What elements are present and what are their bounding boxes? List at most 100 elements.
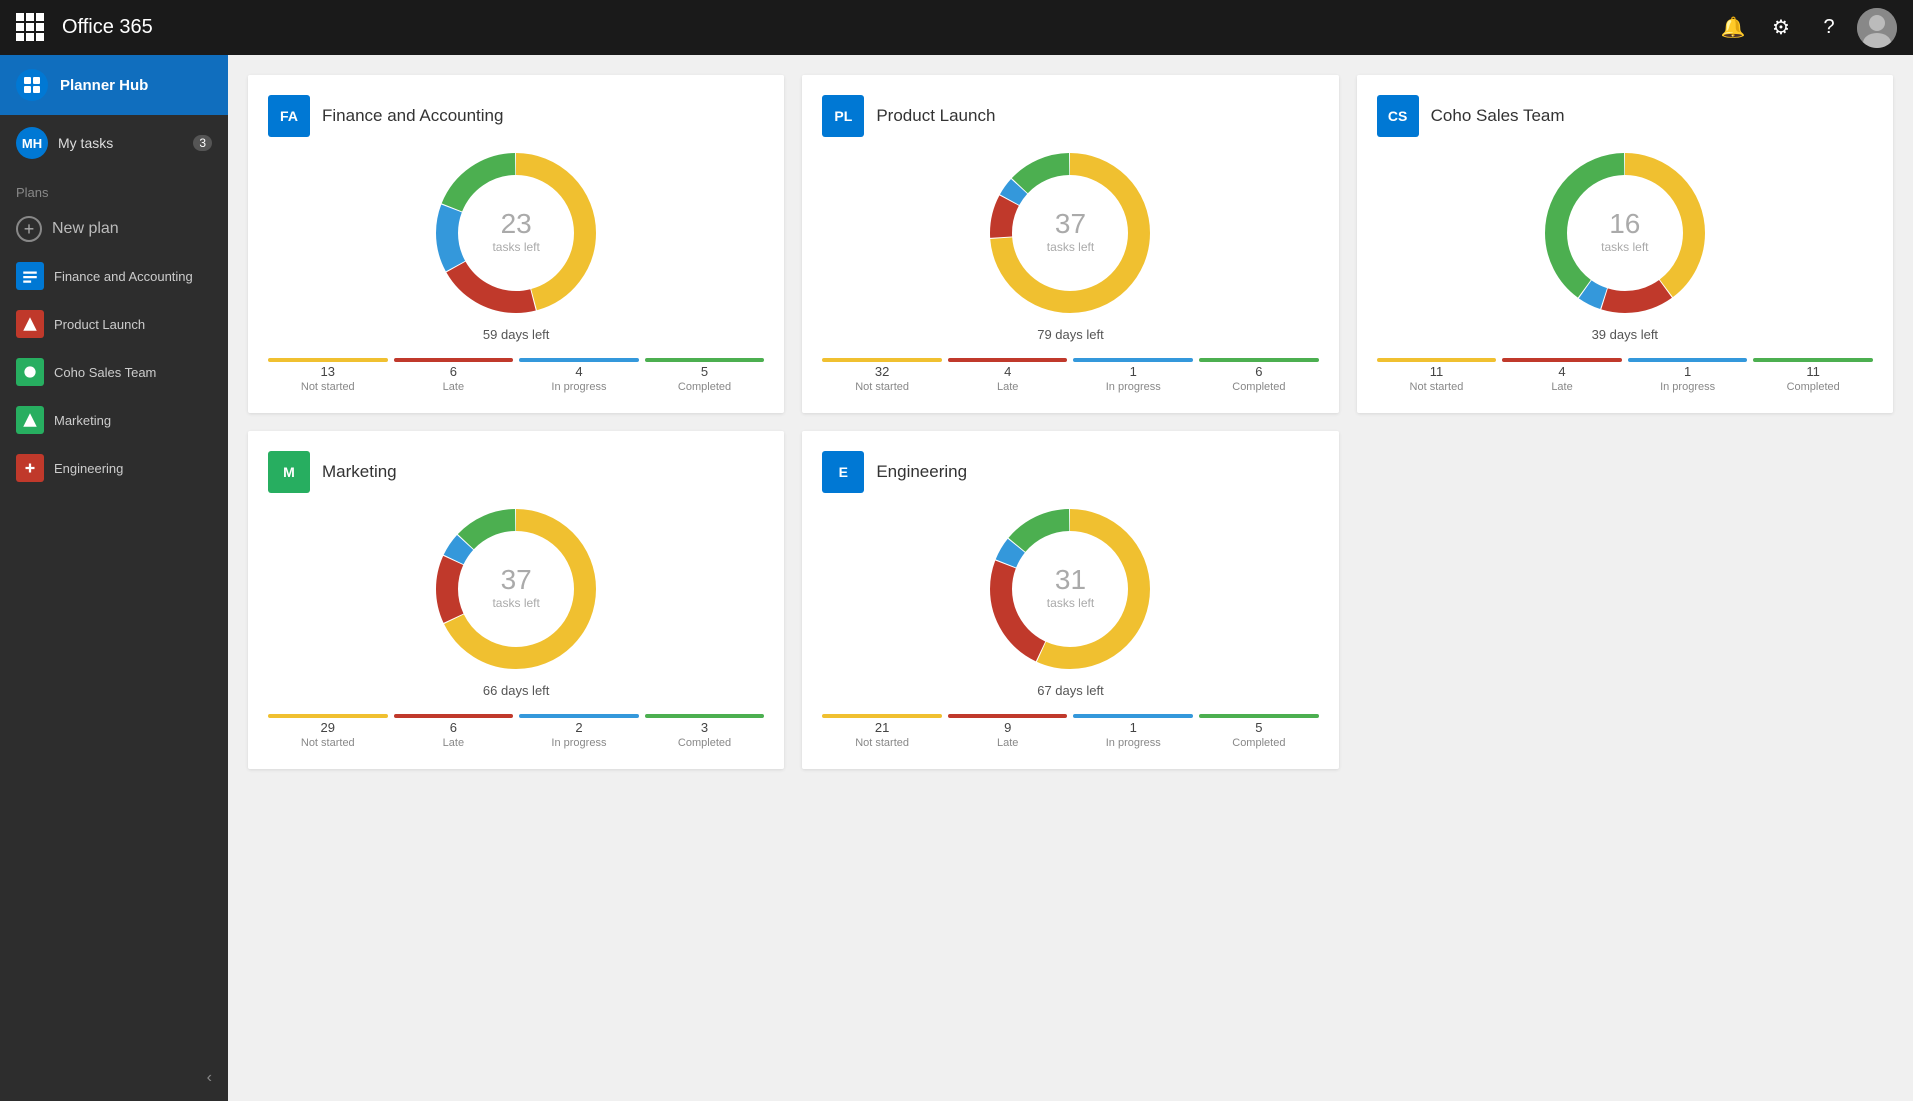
- my-tasks-item[interactable]: MH My tasks 3: [0, 115, 228, 171]
- count-in-progress-coho: 1: [1684, 364, 1691, 379]
- bar-not-started-marketing: [268, 714, 388, 718]
- plan-card-coho[interactable]: CS Coho Sales Team 16 tasks left 39 days…: [1357, 75, 1893, 413]
- plan-card-header-marketing: M Marketing: [268, 451, 764, 493]
- days-left-finance: 59 days left: [483, 327, 550, 342]
- legend-not-started-product: 32 Not started: [822, 358, 942, 393]
- count-late-coho: 4: [1558, 364, 1565, 379]
- sidebar-item-finance[interactable]: Finance and Accounting: [0, 252, 228, 300]
- count-in-progress-engineering: 1: [1130, 720, 1137, 735]
- plan-card-header-finance: FA Finance and Accounting: [268, 95, 764, 137]
- count-completed-product: 6: [1255, 364, 1262, 379]
- tasks-label-product: tasks left: [1047, 240, 1094, 254]
- bar-completed-product: [1199, 358, 1319, 362]
- bar-in-progress-product: [1073, 358, 1193, 362]
- planner-hub-item[interactable]: Planner Hub: [0, 55, 228, 115]
- days-left-coho: 39 days left: [1592, 327, 1659, 342]
- sidebar-item-product[interactable]: Product Launch: [0, 300, 228, 348]
- donut-container-finance: 23 tasks left 59 days left 13 Not starte…: [268, 153, 764, 393]
- donut-chart-product: 37 tasks left: [990, 153, 1150, 313]
- label-not-started-coho: Not started: [1410, 381, 1464, 393]
- days-left-engineering: 67 days left: [1037, 683, 1104, 698]
- plan-card-marketing[interactable]: M Marketing 37 tasks left 66 days left 2…: [248, 431, 784, 769]
- label-in-progress-product: In progress: [1106, 381, 1161, 393]
- label-late-finance: Late: [443, 381, 464, 393]
- label-late-coho: Late: [1551, 381, 1572, 393]
- legend-completed-coho: 11 Completed: [1753, 358, 1873, 393]
- plan-card-product[interactable]: PL Product Launch 37 tasks left 79 days …: [802, 75, 1338, 413]
- legend-late-coho: 4 Late: [1502, 358, 1622, 393]
- plan-title-marketing: Marketing: [322, 462, 397, 482]
- planner-hub-icon: [16, 69, 48, 101]
- bar-late-product: [948, 358, 1068, 362]
- sidebar-item-marketing[interactable]: Marketing: [0, 396, 228, 444]
- new-plan-item[interactable]: + New plan: [0, 206, 228, 252]
- plan-card-engineering[interactable]: E Engineering 31 tasks left 67 days left…: [802, 431, 1338, 769]
- legend-completed-marketing: 3 Completed: [645, 714, 765, 749]
- count-completed-coho: 11: [1806, 364, 1820, 379]
- legend-completed-finance: 5 Completed: [645, 358, 765, 393]
- settings-button[interactable]: ⚙: [1761, 8, 1801, 48]
- legend-late-marketing: 6 Late: [394, 714, 514, 749]
- plan-badge-engineering: E: [822, 451, 864, 493]
- sidebar-item-engineering[interactable]: Engineering: [0, 444, 228, 492]
- sidebar-plan-label-product: Product Launch: [54, 317, 145, 332]
- app-title: Office 365: [62, 16, 1701, 39]
- bar-in-progress-finance: [519, 358, 639, 362]
- label-late-product: Late: [997, 381, 1018, 393]
- days-left-product: 79 days left: [1037, 327, 1104, 342]
- sidebar-plan-label-coho: Coho Sales Team: [54, 365, 156, 380]
- topbar: Office 365 🔔 ⚙ ?: [0, 0, 1913, 55]
- donut-chart-coho: 16 tasks left: [1545, 153, 1705, 313]
- sidebar-plan-icon-product: [16, 310, 44, 338]
- topbar-icons: 🔔 ⚙ ?: [1713, 8, 1897, 48]
- bar-in-progress-marketing: [519, 714, 639, 718]
- help-button[interactable]: ?: [1809, 8, 1849, 48]
- tasks-count-finance: 23: [492, 210, 539, 238]
- plan-card-header-product: PL Product Launch: [822, 95, 1318, 137]
- label-not-started-finance: Not started: [301, 381, 355, 393]
- donut-chart-marketing: 37 tasks left: [436, 509, 596, 669]
- label-completed-product: Completed: [1232, 381, 1285, 393]
- donut-center-coho: 16 tasks left: [1601, 210, 1648, 256]
- user-avatar[interactable]: [1857, 8, 1897, 48]
- count-not-started-product: 32: [875, 364, 889, 379]
- donut-center-finance: 23 tasks left: [492, 210, 539, 256]
- bar-completed-finance: [645, 358, 765, 362]
- tasks-count-marketing: 37: [492, 566, 539, 594]
- days-left-marketing: 66 days left: [483, 683, 550, 698]
- bar-not-started-coho: [1377, 358, 1497, 362]
- plan-title-product: Product Launch: [876, 106, 995, 126]
- notification-button[interactable]: 🔔: [1713, 8, 1753, 48]
- label-late-engineering: Late: [997, 737, 1018, 749]
- plan-card-finance[interactable]: FA Finance and Accounting 23 tasks left …: [248, 75, 784, 413]
- legend-late-product: 4 Late: [948, 358, 1068, 393]
- tasks-count-coho: 16: [1601, 210, 1648, 238]
- sidebar-plan-label-engineering: Engineering: [54, 461, 123, 476]
- sidebar-collapse-button[interactable]: ‹: [0, 1055, 228, 1101]
- donut-container-engineering: 31 tasks left 67 days left 21 Not starte…: [822, 509, 1318, 749]
- new-plan-icon: +: [16, 216, 42, 242]
- app-grid-icon[interactable]: [16, 13, 46, 43]
- label-not-started-engineering: Not started: [855, 737, 909, 749]
- legend-late-finance: 6 Late: [394, 358, 514, 393]
- bar-completed-coho: [1753, 358, 1873, 362]
- plan-badge-marketing: M: [268, 451, 310, 493]
- plan-badge-coho: CS: [1377, 95, 1419, 137]
- count-in-progress-product: 1: [1130, 364, 1137, 379]
- legend-in-progress-engineering: 1 In progress: [1073, 714, 1193, 749]
- plan-title-coho: Coho Sales Team: [1431, 106, 1565, 126]
- tasks-label-coho: tasks left: [1601, 240, 1648, 254]
- my-tasks-label: My tasks: [58, 135, 183, 151]
- label-in-progress-finance: In progress: [551, 381, 606, 393]
- bar-not-started-finance: [268, 358, 388, 362]
- sidebar-item-coho[interactable]: Coho Sales Team: [0, 348, 228, 396]
- plan-title-finance: Finance and Accounting: [322, 106, 503, 126]
- tasks-count-engineering: 31: [1047, 566, 1094, 594]
- donut-container-marketing: 37 tasks left 66 days left 29 Not starte…: [268, 509, 764, 749]
- tasks-count-product: 37: [1047, 210, 1094, 238]
- plan-card-header-engineering: E Engineering: [822, 451, 1318, 493]
- count-late-finance: 6: [450, 364, 457, 379]
- tasks-label-marketing: tasks left: [492, 596, 539, 610]
- my-tasks-badge: 3: [193, 135, 212, 151]
- count-completed-engineering: 5: [1255, 720, 1262, 735]
